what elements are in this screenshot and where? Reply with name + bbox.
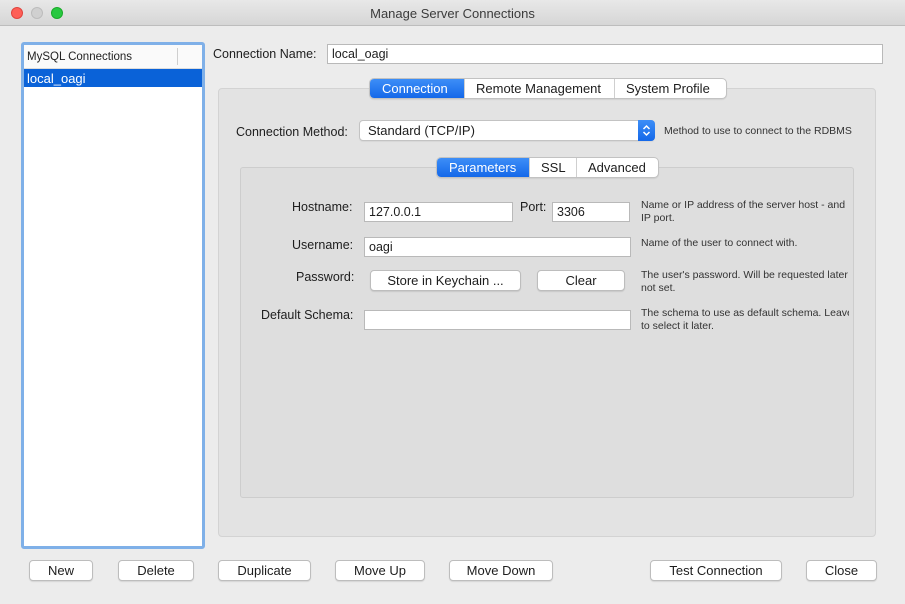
close-button[interactable]: Close: [806, 560, 877, 581]
tab-ssl[interactable]: SSL: [530, 158, 577, 177]
hostname-label: Hostname:: [292, 200, 353, 214]
connection-method-hint: Method to use to connect to the RDBMS: [664, 125, 852, 137]
connection-item-local-oagi[interactable]: local_oagi: [24, 69, 202, 87]
username-label: Username:: [292, 238, 354, 252]
default-schema-hint-line-2: to select it later.: [641, 319, 714, 332]
port-label: Port:: [520, 200, 547, 214]
username-hint: Name of the user to connect with.: [641, 237, 798, 249]
default-schema-label: Default Schema:: [261, 308, 354, 322]
sub-tabs: Parameters SSL Advanced: [436, 157, 659, 178]
connections-header-label: MySQL Connections: [27, 51, 133, 63]
hostname-hint-line-2: IP port.: [641, 211, 675, 224]
default-schema-hint: The schema to use as default schema. Lea…: [641, 307, 849, 332]
connection-method-value: Standard (TCP/IP): [368, 123, 475, 138]
password-hint: The user's password. Will be requested l…: [641, 269, 849, 294]
hostname-hint: Name or IP address of the server host - …: [641, 199, 849, 224]
duplicate-button[interactable]: Duplicate: [218, 560, 311, 581]
connection-method-label: Connection Method:: [236, 125, 348, 139]
default-schema-hint-line-1: The schema to use as default schema. Lea…: [641, 307, 849, 319]
main-tabs: Connection Remote Management System Prof…: [369, 78, 727, 99]
clear-password-button[interactable]: Clear: [537, 270, 625, 291]
hostname-field[interactable]: [364, 202, 513, 222]
port-field[interactable]: [552, 202, 630, 222]
store-in-keychain-button[interactable]: Store in Keychain ...: [370, 270, 521, 291]
new-button[interactable]: New: [29, 560, 93, 581]
column-separator: [177, 48, 178, 65]
username-field[interactable]: [364, 237, 631, 257]
default-schema-field[interactable]: [364, 310, 631, 330]
connections-list[interactable]: MySQL Connections local_oagi: [21, 42, 205, 549]
delete-button[interactable]: Delete: [118, 560, 194, 581]
password-label: Password:: [296, 270, 355, 284]
connection-name-field[interactable]: [327, 44, 883, 64]
connection-name-label: Connection Name:: [213, 47, 317, 61]
window-title: Manage Server Connections: [370, 6, 535, 21]
tab-remote-management[interactable]: Remote Management: [465, 79, 615, 98]
connection-method-select[interactable]: Standard (TCP/IP): [359, 120, 655, 141]
title-bar: Manage Server Connections: [0, 0, 905, 26]
move-down-button[interactable]: Move Down: [449, 560, 553, 581]
password-hint-line-1: The user's password. Will be requested l…: [641, 269, 848, 281]
test-connection-button[interactable]: Test Connection: [650, 560, 782, 581]
connections-list-header: MySQL Connections: [24, 45, 202, 69]
tab-connection[interactable]: Connection: [370, 79, 465, 98]
tab-parameters[interactable]: Parameters: [437, 158, 530, 177]
chevron-updown-icon: [638, 120, 655, 141]
tab-system-profile[interactable]: System Profile: [615, 79, 726, 98]
move-up-button[interactable]: Move Up: [335, 560, 425, 581]
password-hint-line-2: not set.: [641, 281, 676, 294]
tab-advanced[interactable]: Advanced: [577, 158, 658, 177]
hostname-hint-line-1: Name or IP address of the server host - …: [641, 199, 846, 211]
